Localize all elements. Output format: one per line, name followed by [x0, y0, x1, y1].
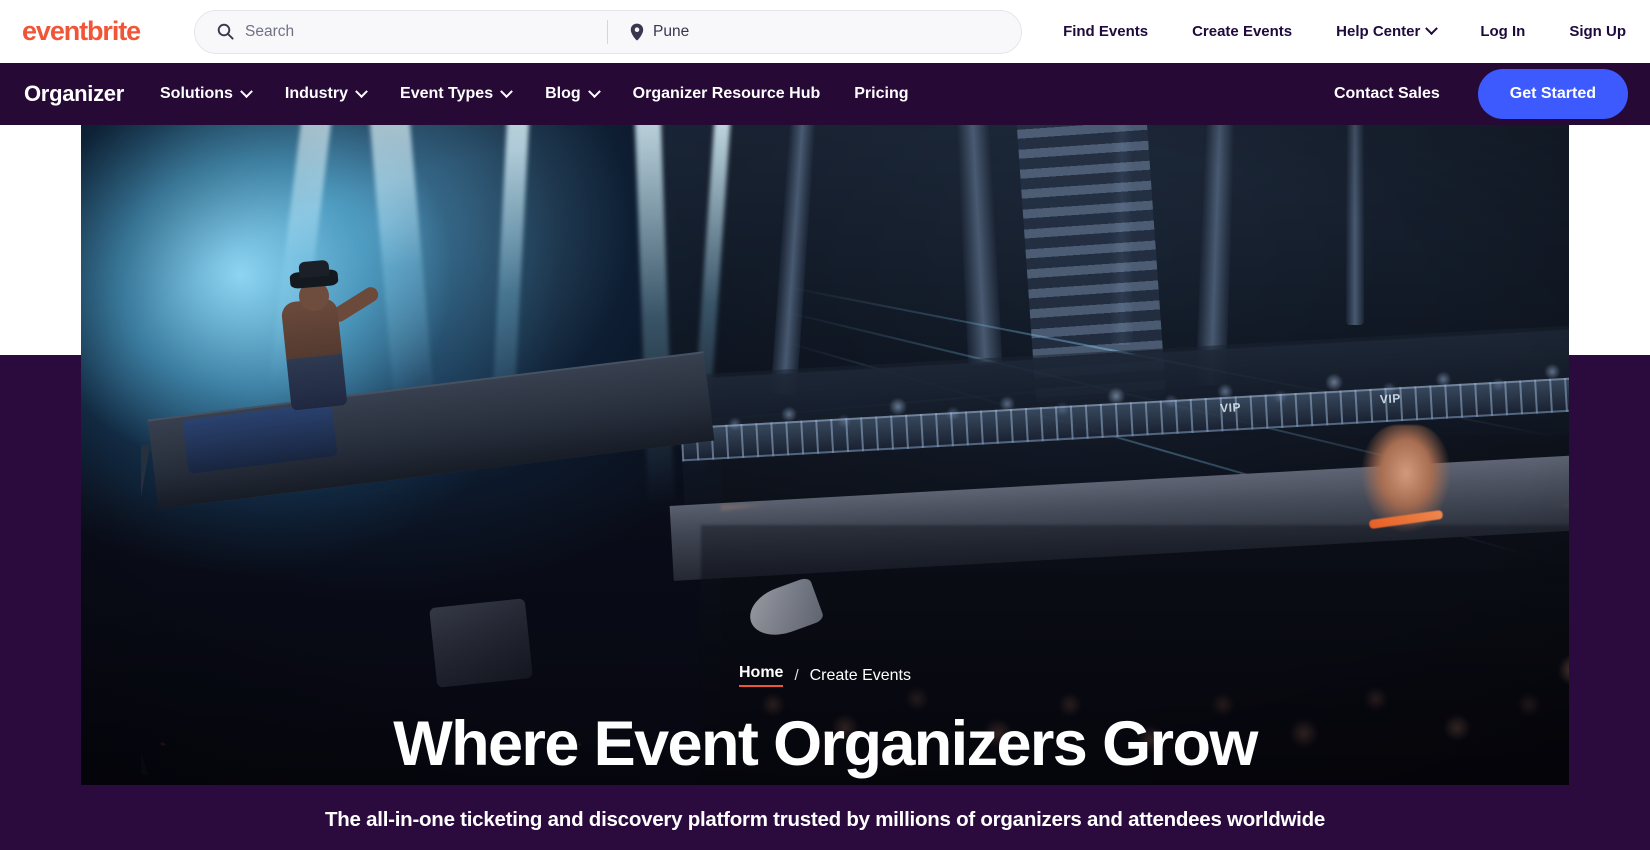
- eventbrite-logo[interactable]: eventbrite: [22, 18, 162, 45]
- organizer-links: Solutions Industry Event Types Blog Orga…: [160, 84, 908, 103]
- chevron-down-icon: [240, 84, 253, 98]
- breadcrumb: Home / Create Events: [738, 664, 911, 688]
- nav-sign-up-label: Sign Up: [1569, 23, 1626, 40]
- chevron-down-icon: [587, 84, 601, 98]
- breadcrumb-home[interactable]: Home: [738, 664, 784, 688]
- org-link-solutions-label: Solutions: [160, 85, 233, 102]
- search-input[interactable]: Search: [195, 11, 607, 53]
- org-link-blog-label: Blog: [545, 85, 581, 102]
- nav-log-in-label: Log In: [1480, 23, 1526, 40]
- organizer-title[interactable]: Organizer: [24, 81, 124, 107]
- search-placeholder: Search: [245, 22, 295, 40]
- org-link-resource-hub-label: Organizer Resource Hub: [632, 85, 821, 102]
- location-input[interactable]: Pune: [608, 11, 1021, 53]
- search-icon: [217, 23, 234, 40]
- nav-create-events-label: Create Events: [1192, 23, 1293, 40]
- nav-help-center-label: Help Center: [1336, 23, 1421, 40]
- org-link-industry[interactable]: Industry: [284, 84, 368, 103]
- org-link-blog[interactable]: Blog: [545, 84, 601, 103]
- chevron-down-icon: [355, 84, 368, 98]
- page-title: Where Event Organizers Grow: [393, 709, 1258, 780]
- organizer-bar-actions: Contact Sales Get Started: [1334, 69, 1628, 119]
- breadcrumb-current: Create Events: [809, 666, 911, 684]
- nav-sign-up[interactable]: Sign Up: [1569, 23, 1626, 40]
- org-link-pricing[interactable]: Pricing: [854, 85, 908, 103]
- top-header: eventbrite Search Pune Find Events Creat…: [0, 0, 1650, 63]
- org-link-event-types-label: Event Types: [400, 85, 494, 102]
- org-link-industry-label: Industry: [284, 85, 349, 102]
- contact-sales-link[interactable]: Contact Sales: [1334, 85, 1440, 103]
- org-link-resource-hub[interactable]: Organizer Resource Hub: [633, 85, 821, 103]
- org-link-solutions[interactable]: Solutions: [160, 84, 253, 103]
- top-nav: Find Events Create Events Help Center Lo…: [1063, 22, 1626, 40]
- map-pin-icon: [630, 23, 644, 40]
- nav-log-in[interactable]: Log In: [1480, 23, 1525, 40]
- nav-find-events[interactable]: Find Events: [1063, 23, 1148, 40]
- org-link-event-types[interactable]: Event Types: [400, 84, 513, 103]
- nav-create-events[interactable]: Create Events: [1192, 23, 1292, 40]
- search-capsule: Search Pune: [194, 9, 1022, 54]
- chevron-down-icon: [500, 84, 513, 98]
- chevron-down-icon: [1425, 22, 1439, 36]
- org-link-pricing-label: Pricing: [854, 85, 909, 102]
- location-value: Pune: [653, 22, 690, 40]
- hero-subtitle: The all-in-one ticketing and discovery p…: [324, 808, 1326, 831]
- get-started-button[interactable]: Get Started: [1477, 69, 1628, 119]
- organizer-nav-bar: Organizer Solutions Industry Event Types…: [0, 63, 1650, 125]
- nav-help-center[interactable]: Help Center: [1336, 22, 1439, 40]
- breadcrumb-separator: /: [794, 667, 799, 685]
- nav-find-events-label: Find Events: [1063, 23, 1149, 40]
